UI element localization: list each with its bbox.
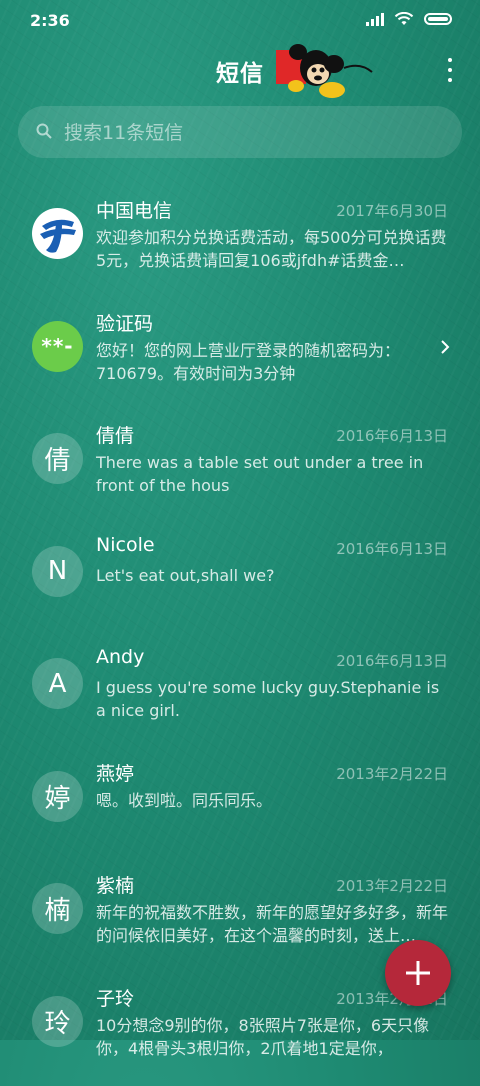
conversation-row[interactable]: A Andy 2016年6月13日 I guess you're some lu…: [0, 636, 480, 749]
mascot-icon: [272, 42, 376, 100]
chevron-right-icon[interactable]: [440, 339, 450, 355]
conversation-name: 紫楠: [96, 871, 134, 898]
conversation-row[interactable]: 中国电信 2017年6月30日 欢迎参加积分兑换话费活动，每500分可兑换话费5…: [0, 186, 480, 299]
china-telecom-logo-icon: [32, 208, 83, 259]
conversation-preview: 欢迎参加积分兑换话费活动，每500分可兑换话费5元，兑换话费请回复106或jfd…: [96, 226, 448, 272]
search-icon: [36, 123, 52, 139]
signal-icon: [366, 12, 384, 26]
contact-avatar: N: [32, 546, 83, 597]
conversation-name: 中国电信: [96, 196, 172, 223]
conversation-date: 2013年2月22日: [336, 875, 448, 896]
conversation-name: Nicole: [96, 534, 155, 556]
more-vertical-icon[interactable]: [446, 58, 454, 82]
contact-avatar: A: [32, 658, 83, 709]
conversation-date: 2017年6月30日: [336, 200, 448, 221]
conversation-date: 2016年6月13日: [336, 425, 448, 446]
page-title: 短信: [216, 54, 264, 88]
conversation-name: 燕婷: [96, 759, 134, 786]
header: 短信: [0, 40, 480, 100]
conversation-row[interactable]: 倩 倩倩 2016年6月13日 There was a table set ou…: [0, 411, 480, 524]
battery-icon: [424, 13, 452, 25]
conversation-row[interactable]: 婷 燕婷 2013年2月22日 嗯。收到啦。同乐同乐。: [0, 749, 480, 862]
conversation-name: 倩倩: [96, 421, 134, 448]
status-bar: 2:36: [0, 0, 480, 40]
contact-avatar: 楠: [32, 883, 83, 934]
conversation-preview: 10分想念9别的你，8张照片7张是你，6天只像你，4根骨头3根归你，2爪着地1定…: [96, 1014, 448, 1060]
conversation-name: 子玲: [96, 984, 134, 1011]
conversation-row[interactable]: N Nicole 2016年6月13日 Let's eat out,shall …: [0, 524, 480, 637]
conversation-date: 2016年6月13日: [336, 650, 448, 671]
new-message-button[interactable]: [385, 940, 451, 1006]
contact-avatar: 婷: [32, 771, 83, 822]
contact-avatar: 倩: [32, 433, 83, 484]
conversation-preview: Let's eat out,shall we?: [96, 564, 448, 610]
search-bar[interactable]: [18, 106, 462, 158]
conversation-name: 验证码: [96, 309, 153, 336]
conversation-date: 2016年6月13日: [336, 538, 448, 559]
plus-icon: [404, 959, 432, 987]
conversation-preview: I guess you're some lucky guy.Stephanie …: [96, 676, 448, 722]
conversation-preview: 嗯。收到啦。同乐同乐。: [96, 789, 448, 835]
conversation-row[interactable]: **- 验证码 您好！您的网上营业厅登录的随机密码为：710679。有效时间为3…: [0, 299, 480, 412]
search-input[interactable]: [62, 106, 446, 160]
conversation-preview: 您好！您的网上营业厅登录的随机密码为：710679。有效时间为3分钟: [96, 339, 448, 385]
conversation-preview: 新年的祝福数不胜数，新年的愿望好多好多，新年的问候依旧美好，在这个温馨的时刻，送…: [96, 901, 448, 947]
conversation-preview: There was a table set out under a tree i…: [96, 451, 448, 497]
wifi-icon: [394, 12, 414, 26]
conversation-name: Andy: [96, 646, 144, 668]
contact-avatar: 玲: [32, 996, 83, 1047]
verification-code-avatar: **-: [32, 321, 83, 372]
conversation-date: 2013年2月22日: [336, 763, 448, 784]
status-time: 2:36: [30, 11, 70, 30]
status-icons: [366, 12, 452, 26]
